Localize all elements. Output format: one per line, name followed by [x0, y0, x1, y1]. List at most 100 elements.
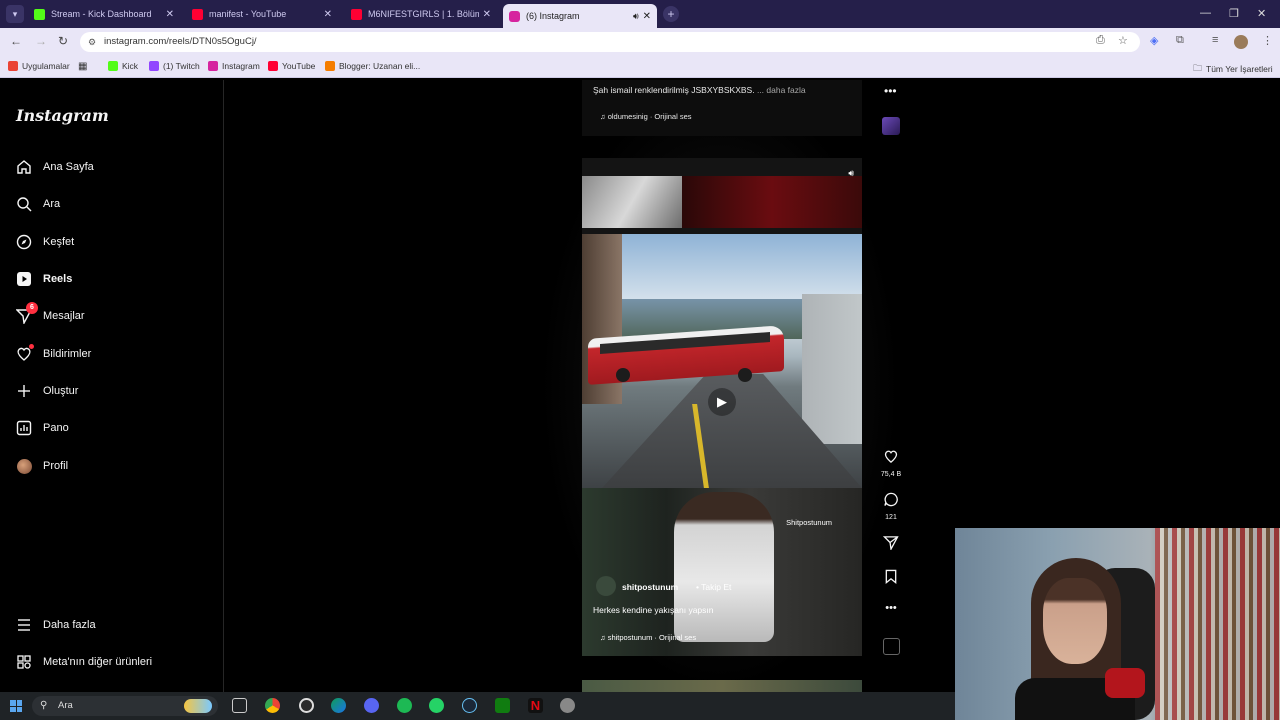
- reel-username[interactable]: shitpostunum: [622, 582, 678, 592]
- speaker-icon[interactable]: 🔊︎: [848, 168, 854, 179]
- bookmark-label: YouTube: [282, 61, 316, 71]
- sidebar-item-label: Keşfet: [43, 236, 75, 248]
- bookmark-blogger[interactable]: Blogger: Uzanan eli...: [325, 61, 420, 71]
- bookmark-kick[interactable]: Kick: [108, 61, 138, 71]
- app-icon[interactable]: [560, 698, 575, 713]
- tab-youtube-episode[interactable]: M6NIFESTGIRLS | 1. Bölüm - Yo ✕: [345, 4, 497, 24]
- audio-label: oldumesinig · Orijinal ses: [607, 112, 692, 121]
- reel-audio[interactable]: ♫ oldumesinig · Orijinal ses: [600, 112, 692, 121]
- sidebar-item-home[interactable]: Ana Sayfa: [16, 159, 94, 175]
- messenger-icon: 6: [16, 302, 38, 324]
- next-reel[interactable]: [582, 680, 862, 692]
- more-options-icon[interactable]: •••: [884, 84, 897, 98]
- xbox-icon[interactable]: [495, 698, 510, 713]
- media-controls-icon[interactable]: ≡: [1212, 34, 1218, 46]
- sidebar-item-meta[interactable]: Meta'nın diğer ürünleri: [16, 654, 152, 670]
- sidebar-item-messages[interactable]: 6 Mesajlar: [16, 302, 85, 324]
- install-app-icon[interactable]: ⎙: [1096, 34, 1105, 47]
- play-icon[interactable]: ▶: [708, 388, 736, 416]
- youtube-icon: [351, 8, 362, 20]
- youtube-icon: [268, 61, 278, 71]
- more-options-icon[interactable]: •••: [876, 602, 906, 614]
- tab-search-menu[interactable]: ▾: [6, 5, 24, 23]
- send-icon: [882, 536, 899, 552]
- reel-audio[interactable]: ♫ shitpostunum · Orijinal ses: [600, 633, 696, 642]
- tab-youtube-manifest[interactable]: manifest - YouTube ✕: [186, 4, 338, 24]
- share-button[interactable]: [876, 535, 906, 555]
- whatsapp-icon[interactable]: [429, 698, 444, 713]
- save-button[interactable]: [876, 569, 906, 589]
- new-tab-button[interactable]: +: [663, 6, 679, 22]
- tab-label: M6NIFESTGIRLS | 1. Bölüm - Yo: [368, 9, 479, 19]
- spotify-icon[interactable]: [397, 698, 412, 713]
- audio-thumbnail[interactable]: [882, 117, 900, 135]
- webcam-overlay: [955, 528, 1280, 720]
- previous-reel[interactable]: Şah ismail renklendirilmiş JSBXYBSKXBS. …: [582, 80, 862, 136]
- close-icon[interactable]: ✕: [324, 9, 332, 20]
- bookmark-label: Uygulamalar: [22, 61, 70, 71]
- windows-start-icon[interactable]: [10, 700, 22, 712]
- translate-icon[interactable]: ◈: [1150, 34, 1158, 47]
- chrome-icon[interactable]: [265, 698, 280, 713]
- caption-more-link[interactable]: ... daha fazla: [757, 85, 806, 95]
- close-icon[interactable]: ✕: [166, 9, 174, 20]
- instagram-logo[interactable]: Instagram: [16, 106, 109, 125]
- comment-count: 121: [885, 514, 897, 521]
- sidebar-item-label: Ana Sayfa: [43, 161, 94, 173]
- site-info-icon[interactable]: ⚙: [88, 32, 96, 52]
- like-button[interactable]: 75,4 B: [876, 449, 906, 478]
- address-bar[interactable]: ⚙ instagram.com/reels/DTN0s5OguCj/: [80, 32, 1140, 52]
- bookmark-instagram[interactable]: Instagram: [208, 61, 260, 71]
- sidebar-item-reels[interactable]: Reels: [16, 271, 72, 287]
- forward-icon[interactable]: →: [35, 34, 47, 48]
- home-icon: [16, 159, 32, 175]
- sidebar-item-profile[interactable]: Profil: [16, 458, 68, 474]
- discord-icon[interactable]: [364, 698, 379, 713]
- notification-dot: [29, 344, 34, 349]
- taskbar-search[interactable]: ⚲ Ara: [32, 696, 218, 716]
- sidebar-item-explore[interactable]: Keşfet: [16, 234, 74, 250]
- music-note-icon: ♫: [600, 633, 608, 642]
- speaker-icon[interactable]: 🔊︎: [633, 11, 639, 22]
- heart-icon: [16, 344, 34, 362]
- window-close-icon[interactable]: ✕: [1257, 7, 1266, 20]
- bookmark-star-icon[interactable]: ☆: [1118, 34, 1128, 47]
- reel-caption: Şah ismail renklendirilmiş JSBXYBSKXBS. …: [593, 85, 806, 95]
- reload-icon[interactable]: ↻: [58, 34, 68, 48]
- chrome-menu-icon[interactable]: ⋮: [1262, 34, 1273, 47]
- avatar[interactable]: [596, 576, 616, 596]
- tab-instagram[interactable]: (6) Instagram 🔊︎ ✕: [503, 4, 657, 28]
- comment-button[interactable]: 121: [876, 492, 906, 521]
- back-icon[interactable]: ←: [10, 34, 22, 48]
- bookmark-grid[interactable]: ▦: [78, 61, 87, 72]
- restore-icon[interactable]: ❐: [1229, 7, 1239, 20]
- bookmark-twitch[interactable]: (1) Twitch: [149, 61, 200, 71]
- all-bookmarks[interactable]: 🗀 Tüm Yer İşaretleri: [1193, 61, 1273, 77]
- minimize-icon[interactable]: —: [1200, 7, 1211, 19]
- obs-icon[interactable]: [299, 698, 314, 713]
- sidebar-item-dashboard[interactable]: Pano: [16, 420, 69, 436]
- bookmark-youtube[interactable]: YouTube: [268, 61, 315, 71]
- tab-kick-dashboard[interactable]: Stream - Kick Dashboard ✕: [28, 4, 180, 24]
- profile-avatar[interactable]: [1234, 35, 1248, 49]
- audio-thumbnail[interactable]: [876, 638, 906, 655]
- sidebar-item-search[interactable]: Ara: [16, 196, 60, 212]
- edge-icon[interactable]: [331, 698, 346, 713]
- bookmark-apps[interactable]: Uygulamalar: [8, 61, 70, 71]
- kick-icon: [34, 8, 45, 20]
- close-icon[interactable]: ✕: [643, 11, 651, 22]
- sidebar-item-create[interactable]: Oluştur: [16, 383, 78, 399]
- current-reel-video[interactable]: 🔊︎ ▶ Shitpostunum shitpostunum • Takip E…: [582, 158, 862, 656]
- close-icon[interactable]: ✕: [483, 9, 491, 20]
- netflix-icon[interactable]: N: [528, 698, 543, 713]
- compass-icon: [16, 234, 32, 250]
- follow-button[interactable]: • Takip Et: [696, 582, 731, 592]
- taskbar-search-label: Ara: [58, 700, 73, 711]
- steam-icon[interactable]: [462, 698, 477, 713]
- sidebar-item-label: Profil: [43, 460, 69, 472]
- extensions-icon[interactable]: ⧉: [1176, 34, 1184, 47]
- sidebar-item-notifications[interactable]: Bildirimler: [16, 344, 91, 362]
- sidebar-item-label: Mesajlar: [43, 310, 85, 322]
- sidebar-item-more[interactable]: Daha fazla: [16, 617, 96, 633]
- task-view-icon[interactable]: [232, 698, 247, 713]
